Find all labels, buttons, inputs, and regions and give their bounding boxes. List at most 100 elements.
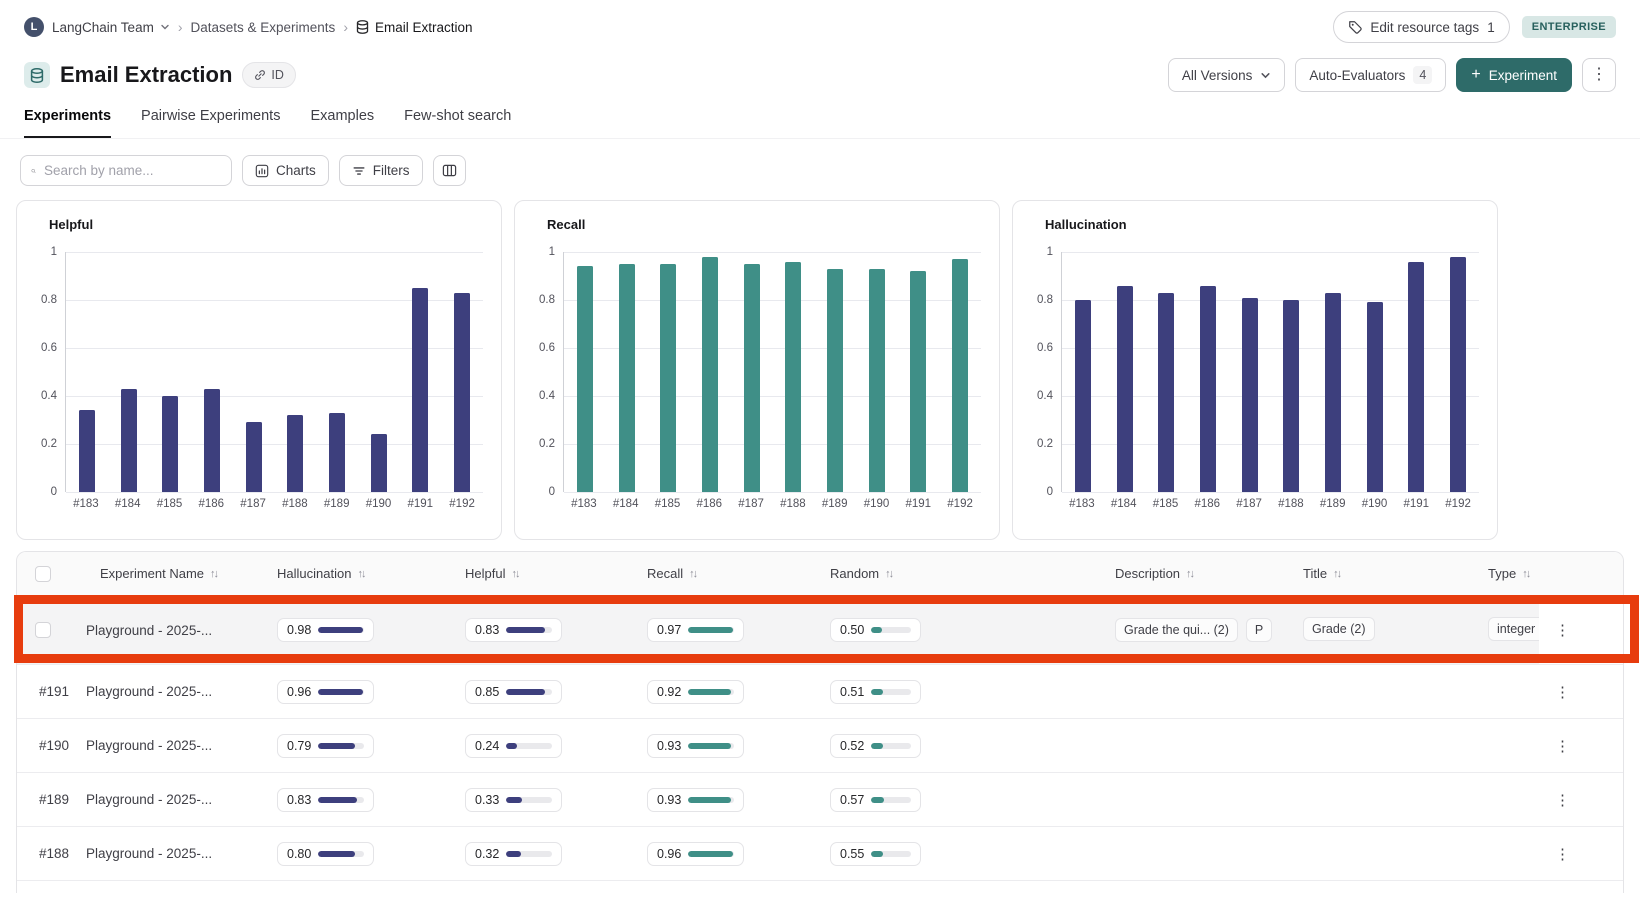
row-kebab-icon[interactable]: ⋮ [1549,841,1576,867]
row-kebab-icon[interactable]: ⋮ [1549,679,1576,705]
chart-bar[interactable] [1283,300,1299,492]
search-box[interactable] [20,155,232,186]
page-more-actions-button[interactable]: ⋮ [1582,58,1616,92]
all-versions-dropdown[interactable]: All Versions [1168,58,1286,92]
sort-icon[interactable]: ↑↓ [1186,568,1193,580]
filters-button[interactable]: Filters [339,155,423,186]
column-header-label: Experiment Name [100,566,204,581]
metric-value: 0.92 [657,685,681,699]
edit-resource-tags-button[interactable]: Edit resource tags 1 [1333,11,1509,43]
chart-bar[interactable] [1325,293,1341,492]
table-row[interactable]: #188Playground - 2025-...0.800.320.960.5… [17,826,1623,880]
new-experiment-button[interactable]: + Experiment [1456,58,1572,92]
sort-icon[interactable]: ↑↓ [511,568,518,580]
chart-bar[interactable] [246,422,262,492]
sort-icon[interactable]: ↑↓ [210,568,217,580]
experiment-name-cell[interactable]: Playground - 2025-... [86,846,263,861]
sort-icon[interactable]: ↑↓ [357,568,364,580]
chart-plot-area: 00.20.40.60.81 [31,252,483,492]
x-tick-label: #190 [1354,498,1396,510]
metric-value: 0.97 [657,623,681,637]
row-actions-cell: ⋮ [1539,773,1623,826]
x-tick-label: #187 [730,498,772,510]
chart-bar[interactable] [660,264,676,492]
chart-bar[interactable] [869,269,885,492]
x-tick-label: #191 [399,498,441,510]
auto-evaluators-button[interactable]: Auto-Evaluators 4 [1295,58,1446,92]
chart-bar[interactable] [1075,300,1091,492]
chart-bar[interactable] [204,389,220,492]
metric-progress-track [688,797,734,803]
metric-progress-track [688,851,734,857]
chart-bar[interactable] [121,389,137,492]
chart-bar[interactable] [79,410,95,492]
x-tick-label: #188 [1270,498,1312,510]
tab-pairwise-experiments[interactable]: Pairwise Experiments [141,108,280,138]
experiment-name-cell[interactable]: Playground - 2025-... [86,623,263,638]
metric-pill: 0.92 [647,680,744,704]
column-header-random: Random↑↓ [816,566,1101,581]
chart-bar[interactable] [454,293,470,492]
chart-bar[interactable] [329,413,345,492]
breadcrumb-section[interactable]: Datasets & Experiments [191,20,336,35]
chart-bar[interactable] [1450,257,1466,492]
row-kebab-icon[interactable]: ⋮ [1549,787,1576,813]
row-kebab-icon[interactable]: ⋮ [1549,733,1576,759]
chart-bar[interactable] [1367,302,1383,492]
x-tick-label: #189 [814,498,856,510]
breadcrumb: L LangChain Team › Datasets & Experiment… [24,17,473,37]
chart-bar[interactable] [1408,262,1424,492]
sort-icon[interactable]: ↑↓ [1333,568,1340,580]
chart-bar[interactable] [162,396,178,492]
sort-icon[interactable]: ↑↓ [885,568,892,580]
row-checkbox[interactable] [35,622,51,638]
chart-bar[interactable] [952,259,968,492]
breadcrumb-team[interactable]: LangChain Team [52,20,170,35]
chart-bar[interactable] [1117,286,1133,492]
experiment-name-cell[interactable]: Playground - 2025-... [86,684,263,699]
chart-y-axis: 00.20.40.60.81 [31,252,65,492]
chart-bar[interactable] [1242,298,1258,492]
chart-bar[interactable] [785,262,801,492]
experiments-table: Experiment Name↑↓Hallucination↑↓Helpful↑… [16,551,1624,893]
columns-button[interactable] [433,155,466,186]
page-title: Email Extraction [60,62,232,88]
chart-bar[interactable] [619,264,635,492]
row-actions-cell: ⋮ [1539,719,1623,772]
row-kebab-icon[interactable]: ⋮ [1549,617,1576,643]
tab-experiments[interactable]: Experiments [24,108,111,138]
chart-bar[interactable] [1158,293,1174,492]
copy-id-button[interactable]: ID [242,62,296,88]
select-all-checkbox[interactable] [35,566,51,582]
experiment-name-cell[interactable]: Playground - 2025-... [86,738,263,753]
chart-bar[interactable] [287,415,303,492]
charts-button[interactable]: Charts [242,155,329,186]
table-row[interactable]: #190Playground - 2025-...0.790.240.930.5… [17,718,1623,772]
sort-icon[interactable]: ↑↓ [1522,568,1529,580]
table-row[interactable]: #191Playground - 2025-...0.960.850.920.5… [17,664,1623,718]
search-input[interactable] [44,163,221,178]
title-pill: Grade (2) [1303,617,1375,641]
chart-gridline [564,252,981,253]
chart-bar[interactable] [827,269,843,492]
chart-bar[interactable] [412,288,428,492]
tab-few-shot-search[interactable]: Few-shot search [404,108,511,138]
sort-icon[interactable]: ↑↓ [689,568,696,580]
y-tick-label: 0 [549,486,555,498]
tab-examples[interactable]: Examples [310,108,374,138]
chart-bar[interactable] [371,434,387,492]
chart-bar[interactable] [744,264,760,492]
metric-progress-track [871,851,911,857]
metric-progress-track [318,689,364,695]
metric-pill: 0.32 [465,842,562,866]
table-row[interactable]: Playground - 2025-...0.980.830.970.50Gra… [17,596,1623,664]
chart-bar[interactable] [910,271,926,492]
column-header-label: Recall [647,566,683,581]
chart-bar[interactable] [702,257,718,492]
x-tick-label: #188 [274,498,316,510]
chart-bar[interactable] [1200,286,1216,492]
chart-bar[interactable] [577,266,593,492]
table-row[interactable]: #189Playground - 2025-...0.830.330.930.5… [17,772,1623,826]
experiment-name-cell[interactable]: Playground - 2025-... [86,792,263,807]
breadcrumb-current[interactable]: Email Extraction [356,20,473,35]
